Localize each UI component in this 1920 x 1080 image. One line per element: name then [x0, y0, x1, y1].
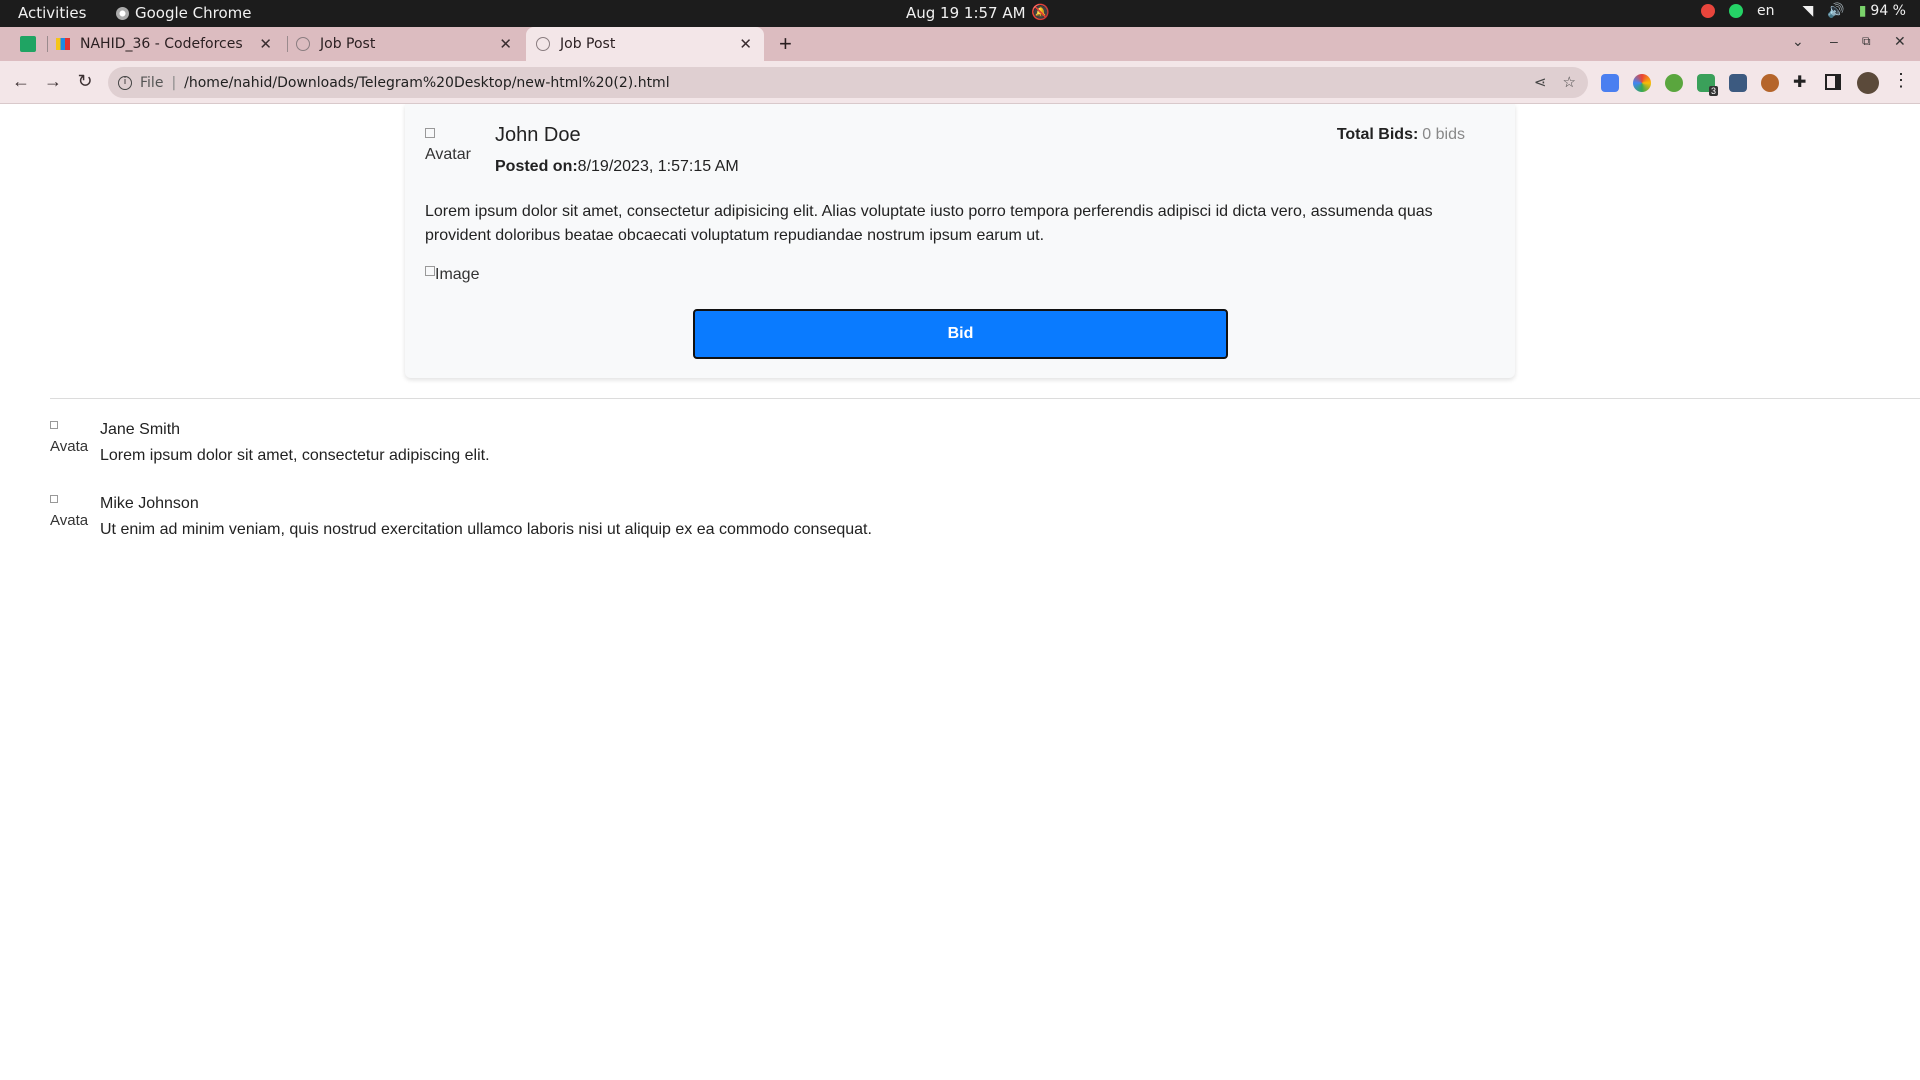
comment-avatar: Avata — [50, 421, 90, 455]
broken-image-icon — [50, 421, 58, 429]
extension-badge: 3 — [1709, 86, 1719, 96]
forward-arrow-icon[interactable]: → — [42, 71, 64, 92]
broken-image-icon — [425, 266, 435, 276]
url-text[interactable]: /home/nahid/Downloads/Telegram%20Desktop… — [184, 75, 669, 91]
color-extension-icon[interactable] — [1633, 74, 1651, 92]
broken-image-icon — [50, 495, 58, 503]
total-bids: Total Bids: 0 bids — [1337, 126, 1465, 144]
extensions-puzzle-icon[interactable]: ✚ — [1793, 72, 1806, 92]
browser-toolbar: ← → ↻ i File | /home/nahid/Downloads/Tel… — [0, 61, 1920, 104]
reload-icon[interactable]: ↻ — [74, 71, 96, 92]
tab-title: NAHID_36 - Codeforces — [80, 36, 243, 52]
tab-job-post-active[interactable]: Job Post ✕ — [526, 27, 764, 61]
globe-icon — [296, 37, 310, 51]
url-scheme: File — [140, 74, 164, 91]
app-name-label: Google Chrome — [135, 4, 252, 22]
author-name: John Doe — [495, 124, 581, 146]
comment-author: Mike Johnson — [100, 495, 199, 512]
whatsapp-icon[interactable] — [1728, 4, 1743, 18]
total-bids-label: Total Bids: — [1336, 126, 1419, 143]
tab-title: Job Post — [560, 36, 616, 52]
translate-extension-icon[interactable] — [1601, 74, 1619, 92]
page-viewport: Avatar John Doe Posted on:8/19/2023, 1:5… — [0, 104, 1920, 1080]
bookmark-star-icon[interactable]: ☆ — [1563, 73, 1576, 91]
back-arrow-icon[interactable]: ← — [10, 71, 32, 92]
volume-icon: 🔊 — [1827, 3, 1845, 19]
cookie-extension-icon[interactable] — [1761, 74, 1779, 92]
side-panel-icon[interactable] — [1825, 74, 1841, 90]
app-menu[interactable]: Google Chrome — [116, 4, 252, 22]
avatar-alt-text: Avata — [50, 438, 89, 455]
minimize-window-icon[interactable]: – — [1830, 33, 1838, 49]
bid-button[interactable]: Bid — [693, 309, 1228, 359]
app-indicator-icon[interactable] — [1700, 4, 1715, 18]
broken-image-icon — [425, 128, 435, 138]
system-top-bar: Activities Google Chrome Aug 19 1:57 AM … — [0, 0, 1920, 27]
battery-percentage: 94 % — [1870, 3, 1906, 19]
address-bar[interactable]: i File | /home/nahid/Downloads/Telegram%… — [108, 67, 1588, 98]
close-tab-icon[interactable]: ✕ — [499, 35, 512, 53]
image-alt-text: Image — [435, 266, 480, 283]
new-tab-button[interactable]: + — [779, 31, 792, 57]
activities-button[interactable]: Activities — [18, 4, 86, 22]
avatar-alt-text: Avatar — [425, 146, 471, 163]
section-divider — [50, 398, 1920, 399]
posted-label: Posted on: — [495, 158, 578, 175]
globe-icon — [536, 37, 550, 51]
tab-job-post[interactable]: Job Post ✕ — [296, 27, 524, 61]
tab-separator — [47, 36, 48, 52]
profile-avatar[interactable] — [1857, 72, 1879, 94]
close-window-icon[interactable]: ✕ — [1894, 33, 1906, 50]
total-bids-value: 0 bids — [1422, 126, 1465, 143]
comment-text: Lorem ipsum dolor sit amet, consectetur … — [100, 447, 490, 464]
tab-title: Job Post — [320, 36, 376, 52]
codeforces-icon — [56, 38, 70, 50]
calculator-extension-icon[interactable] — [1729, 74, 1747, 92]
tab-separator — [287, 36, 288, 52]
post-description: Lorem ipsum dolor sit amet, consectetur … — [425, 203, 1433, 244]
clock[interactable]: Aug 19 1:57 AM — [906, 4, 1026, 22]
url-separator: | — [171, 74, 177, 91]
comment-author: Jane Smith — [100, 421, 181, 438]
tab-codeforces[interactable]: NAHID_36 - Codeforces ✕ — [56, 27, 284, 61]
author-avatar: Avatar — [425, 128, 477, 164]
close-tab-icon[interactable]: ✕ — [739, 35, 752, 53]
tab-strip: NAHID_36 - Codeforces ✕ Job Post ✕ Job P… — [0, 27, 1920, 61]
posted-value: 8/19/2023, 1:57:15 AM — [577, 158, 739, 175]
green-extension-icon[interactable] — [1665, 74, 1683, 92]
job-post-card: Avatar John Doe Posted on:8/19/2023, 1:5… — [405, 104, 1515, 378]
notifications-muted-icon: 🔕 — [1031, 3, 1050, 21]
info-icon[interactable]: i — [118, 75, 132, 90]
comment-avatar: Avata — [50, 495, 90, 529]
share-icon[interactable]: ⋖ — [1534, 73, 1547, 91]
comment-text: Ut enim ad minim veniam, quis nostrud ex… — [100, 521, 872, 538]
posted-date: Posted on:8/19/2023, 1:57:15 AM — [495, 158, 739, 176]
system-tray[interactable]: en ◥ 🔊 ▮ 94 % — [1700, 3, 1906, 19]
avatar-alt-text: Avata — [50, 512, 89, 529]
wifi-icon: ◥ — [1802, 3, 1814, 19]
battery-icon: ▮ — [1858, 3, 1867, 19]
tab-search-icon[interactable]: ⌄ — [1792, 33, 1804, 50]
language-indicator[interactable]: en — [1757, 3, 1775, 19]
restore-window-icon[interactable]: ⧉ — [1862, 34, 1871, 49]
sheets-app-icon[interactable] — [20, 36, 36, 52]
post-image: Image — [425, 266, 479, 284]
chrome-icon — [116, 6, 129, 20]
close-tab-icon[interactable]: ✕ — [259, 35, 272, 53]
kebab-menu-icon[interactable]: ⋮ — [1892, 70, 1910, 91]
